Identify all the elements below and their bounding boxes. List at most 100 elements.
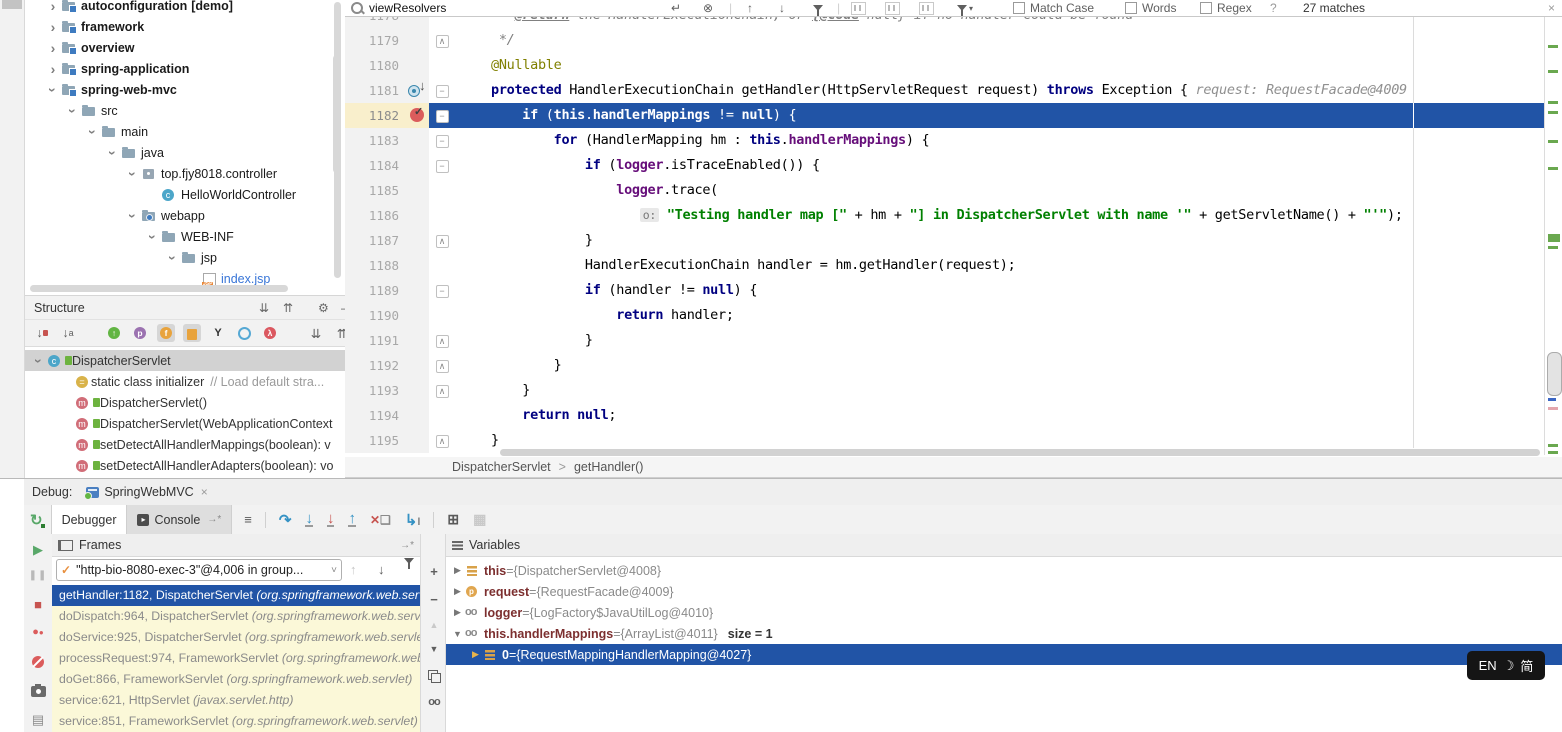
code-line[interactable]: 1188 HandlerExecutionChain handler = hm.… (345, 253, 1544, 278)
chevron-expanded-icon[interactable]: › (85, 124, 101, 140)
project-horizontal-scrollbar[interactable] (30, 285, 288, 292)
layers-icon[interactable]: ▤ (24, 712, 52, 728)
fold-marker-icon[interactable]: − (429, 153, 455, 178)
search-options-icon[interactable]: ▾ (957, 0, 973, 16)
stripe-mark[interactable] (1548, 70, 1558, 73)
tree-item-main[interactable]: ›main (25, 121, 345, 142)
structure-item[interactable]: ›msetDetectAllHandlerAdapters(boolean): … (25, 455, 345, 476)
step-over-icon[interactable]: ↷ (279, 511, 292, 529)
execution-nav-icon[interactable]: ↓ (407, 78, 429, 103)
fold-marker-icon[interactable]: − (429, 103, 455, 128)
remove-watch-icon[interactable]: − (421, 592, 447, 607)
next-frame-icon[interactable]: ↓ (378, 562, 385, 577)
tree-item-HelloWorldController[interactable]: ›cHelloWorldController (25, 184, 345, 205)
frame-row[interactable]: service:851, FrameworkServlet (org.sprin… (52, 711, 420, 732)
stripe-mark[interactable] (1548, 140, 1558, 143)
tree-item-autoconfiguration[interactable]: ›autoconfiguration [demo] (25, 0, 345, 16)
chevron-expanded-icon[interactable]: › (145, 229, 161, 245)
show-properties-icon[interactable]: p (131, 324, 149, 342)
chevron-collapsed-icon[interactable]: ▶ (450, 586, 465, 597)
run-to-cursor-icon[interactable]: ↳I (405, 511, 421, 529)
structure-item[interactable]: ›=static class initializer// Load defaul… (25, 371, 345, 392)
code-line[interactable]: 1187∧ } (345, 228, 1544, 253)
show-lambdas-icon[interactable]: λ (261, 324, 279, 342)
breadcrumb-method[interactable]: getHandler() (574, 460, 643, 474)
fold-marker-icon[interactable]: ∧ (429, 428, 455, 453)
move-down-icon[interactable]: ▼ (421, 644, 447, 654)
pin-icon[interactable]: →* (400, 540, 414, 551)
tree-item-WEB-INF[interactable]: ›WEB-INF (25, 226, 345, 247)
code-line[interactable]: 1193∧ } (345, 378, 1544, 403)
evaluate-expression-icon[interactable]: ⊞ (447, 511, 459, 528)
structure-item[interactable]: ›mDispatcherServlet() (25, 392, 345, 413)
code-line[interactable]: 1192∧ } (345, 353, 1544, 378)
chevron-collapsed-icon[interactable]: ▶ (450, 607, 465, 618)
tab-console[interactable]: ▸ Console →* (127, 505, 232, 534)
variable-row[interactable]: ▶0 = {RequestMappingHandlerMapping@4027} (446, 644, 1562, 665)
resume-icon[interactable]: ▶ (24, 542, 52, 558)
rerun-icon[interactable]: ↻ (30, 511, 43, 529)
find-filter-icon[interactable] (813, 0, 823, 16)
stripe-mark[interactable] (1548, 45, 1558, 48)
clear-search-icon[interactable]: ⊗ (703, 0, 713, 16)
editor-horizontal-scrollbar[interactable] (500, 449, 1540, 456)
frame-row[interactable]: getHandler:1182, DispatcherServlet (org.… (52, 585, 420, 606)
code-line[interactable]: 1191∧ } (345, 328, 1544, 353)
next-match-icon[interactable]: ↓ (779, 0, 785, 16)
fold-marker-icon[interactable]: ∧ (429, 353, 455, 378)
stripe-mark-blue[interactable] (1548, 398, 1556, 401)
frame-row[interactable]: doDispatch:964, DispatcherServlet (org.s… (52, 606, 420, 627)
tree-item-spring-application[interactable]: ›spring-application (25, 58, 345, 79)
tree-item-webapp[interactable]: ›webapp (25, 205, 345, 226)
in-comments-icon[interactable] (885, 0, 905, 16)
view-breakpoints-icon[interactable]: ●● (24, 626, 52, 638)
variable-row[interactable]: ▼oothis.handlerMappings = {ArrayList@401… (446, 623, 1562, 644)
sort-alpha-icon[interactable]: ↓a (59, 324, 77, 342)
code-line[interactable]: 1189− if (handler != null) { (345, 278, 1544, 303)
layout-options-icon[interactable]: ≡ (244, 512, 252, 527)
code-line[interactable]: 1179∧ */ (345, 28, 1544, 53)
close-find-icon[interactable]: × (1548, 0, 1555, 16)
variable-row[interactable]: ▶prequest = {RequestFacade@4009} (446, 581, 1562, 602)
step-into-icon[interactable]: ↓ (305, 512, 313, 527)
code-line[interactable]: 1180@Nullable (345, 53, 1544, 78)
stripe-mark[interactable] (1548, 451, 1558, 454)
chevron-expanded-icon[interactable]: ▼ (450, 629, 465, 639)
breakpoint-icon[interactable] (407, 103, 429, 128)
tab-debugger[interactable]: Debugger (51, 505, 128, 534)
fold-marker-icon[interactable]: − (429, 78, 455, 103)
stripe-mark[interactable] (1548, 167, 1558, 170)
ime-indicator[interactable]: EN ☽ 简 (1467, 651, 1545, 680)
chevron-collapsed-icon[interactable]: ▶ (468, 649, 483, 660)
chevron-expanded-icon[interactable]: › (125, 208, 141, 224)
mute-breakpoints-icon[interactable] (32, 656, 44, 668)
code-line[interactable]: 1182− if (this.handlerMappings != null) … (345, 103, 1544, 128)
variable-row[interactable]: ▶oologger = {LogFactory$JavaUtilLog@4010… (446, 602, 1562, 623)
tree-item-framework[interactable]: ›framework (25, 16, 345, 37)
chevron-collapsed-icon[interactable]: › (45, 40, 61, 56)
stripe-mark[interactable] (1548, 234, 1560, 242)
prev-match-icon[interactable]: ↑ (747, 0, 753, 16)
structure-item[interactable]: ›mDispatcherServlet(WebApplicationContex… (25, 413, 345, 434)
step-out-icon[interactable]: ↑ (348, 512, 356, 527)
close-session-icon[interactable]: × (201, 485, 208, 499)
code-line[interactable]: 1185 logger.trace( (345, 178, 1544, 203)
chevron-expanded-icon[interactable]: › (125, 166, 141, 182)
show-watches-icon[interactable]: oo (421, 696, 447, 708)
structure-vertical-scrollbar[interactable] (333, 55, 340, 173)
stop-icon[interactable]: ■ (24, 597, 52, 612)
in-literals-icon[interactable] (919, 0, 939, 16)
stripe-mark[interactable] (1548, 444, 1558, 447)
fold-marker-icon[interactable]: ∧ (429, 378, 455, 403)
drop-frame-icon[interactable]: ✕❏ (370, 513, 391, 527)
chevron-expanded-icon[interactable]: › (165, 250, 181, 266)
tree-item-top.fjy8018.controller[interactable]: ›top.fjy8018.controller (25, 163, 345, 184)
fold-marker-icon[interactable]: ∧ (429, 28, 455, 53)
structure-item[interactable]: ›msetDetectAllHandlerMappings(boolean): … (25, 434, 345, 455)
newline-icon[interactable]: ↵ (671, 0, 681, 16)
tree-item-java[interactable]: ›java (25, 142, 345, 163)
regex-checkbox[interactable]: Regex (1200, 0, 1252, 16)
stripe-mark[interactable] (1548, 111, 1558, 114)
frame-row[interactable]: processRequest:974, FrameworkServlet (or… (52, 648, 420, 669)
selection-only-icon[interactable] (851, 0, 871, 16)
